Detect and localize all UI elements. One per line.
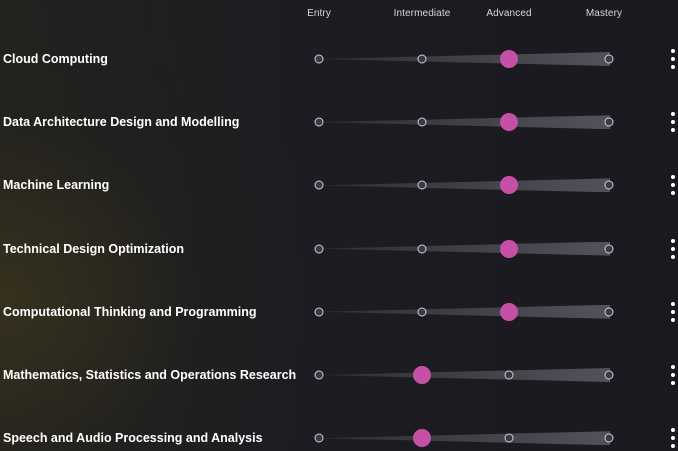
level-slider-track[interactable] [319, 431, 610, 446]
menu-dot [671, 365, 675, 369]
level-slider-track[interactable] [319, 241, 610, 256]
menu-dot [671, 175, 675, 180]
level-slider-thumb[interactable] [500, 239, 518, 258]
level-label-intermediate: Intermediate [393, 8, 451, 19]
menu-dot [671, 246, 675, 251]
level-slider-thumb[interactable] [413, 429, 431, 448]
skill-name: Speech and Audio Processing and Analysis [3, 431, 263, 446]
level-node-entry[interactable] [314, 370, 324, 380]
level-slider-track[interactable] [319, 368, 610, 382]
menu-dot [671, 49, 675, 53]
level-slider-thumb[interactable] [500, 302, 518, 321]
menu-dot [671, 238, 675, 243]
menu-dot [671, 112, 675, 117]
more-vertical-icon[interactable] [668, 175, 678, 196]
menu-dot [671, 381, 675, 385]
menu-dot [671, 373, 675, 377]
level-node-mastery[interactable] [604, 433, 614, 443]
menu-dot [671, 309, 675, 314]
menu-dot [671, 254, 675, 259]
level-node-intermediate[interactable] [417, 307, 427, 317]
skill-row: Mathematics, Statistics and Operations R… [0, 355, 678, 395]
level-label-entry: Entry [307, 8, 331, 19]
skill-name: Machine Learning [3, 178, 110, 193]
level-slider-track[interactable] [319, 52, 610, 66]
menu-dot [671, 183, 675, 188]
level-node-mastery[interactable] [604, 117, 614, 127]
level-slider-thumb[interactable] [500, 50, 518, 68]
level-header: Entry Intermediate Advanced Mastery [0, 0, 678, 28]
level-node-advanced[interactable] [504, 370, 514, 380]
level-node-mastery[interactable] [604, 180, 614, 190]
menu-dot [671, 301, 675, 306]
more-vertical-icon[interactable] [668, 238, 678, 259]
menu-dot [671, 436, 675, 441]
more-vertical-icon[interactable] [668, 365, 678, 385]
level-node-intermediate[interactable] [417, 117, 427, 127]
level-node-entry[interactable] [314, 433, 324, 443]
menu-dot [671, 191, 675, 196]
level-node-entry[interactable] [314, 54, 324, 64]
level-node-entry[interactable] [314, 307, 324, 317]
level-slider-thumb[interactable] [500, 113, 518, 132]
skill-name: Data Architecture Design and Modelling [3, 115, 240, 130]
level-node-mastery[interactable] [604, 244, 614, 254]
menu-dot [671, 65, 675, 69]
menu-dot [671, 444, 675, 449]
level-node-mastery[interactable] [604, 370, 614, 380]
more-vertical-icon[interactable] [668, 428, 678, 449]
skill-row: Technical Design Optimization [0, 229, 678, 269]
level-slider-thumb[interactable] [413, 366, 431, 384]
menu-dot [671, 128, 675, 133]
level-node-intermediate[interactable] [417, 244, 427, 254]
level-node-advanced[interactable] [504, 433, 514, 443]
level-node-intermediate[interactable] [417, 180, 427, 190]
skill-name: Technical Design Optimization [3, 241, 185, 256]
level-label-advanced: Advanced [486, 8, 532, 19]
menu-dot [671, 57, 675, 61]
menu-dot [671, 120, 675, 125]
level-slider-thumb[interactable] [500, 176, 518, 195]
level-node-entry[interactable] [314, 244, 324, 254]
skill-row: Data Architecture Design and Modelling [0, 102, 678, 142]
level-node-entry[interactable] [314, 180, 324, 190]
menu-dot [671, 317, 675, 322]
more-vertical-icon[interactable] [668, 49, 678, 69]
skill-row: Speech and Audio Processing and Analysis [0, 418, 678, 451]
skill-name: Mathematics, Statistics and Operations R… [3, 368, 297, 382]
level-node-mastery[interactable] [604, 54, 614, 64]
skill-row: Computational Thinking and Programming [0, 292, 678, 332]
more-vertical-icon[interactable] [668, 301, 678, 322]
more-vertical-icon[interactable] [668, 112, 678, 133]
skill-row: Cloud Computing [0, 39, 678, 79]
skill-name: Cloud Computing [3, 52, 108, 66]
level-node-mastery[interactable] [604, 307, 614, 317]
level-slider-track[interactable] [319, 304, 610, 319]
skill-name: Computational Thinking and Programming [3, 304, 257, 319]
skill-row: Machine Learning [0, 165, 678, 205]
menu-dot [671, 428, 675, 433]
level-node-intermediate[interactable] [417, 54, 427, 64]
level-node-entry[interactable] [314, 117, 324, 127]
level-slider-track[interactable] [319, 178, 610, 193]
level-label-mastery: Mastery [585, 8, 623, 19]
level-slider-track[interactable] [319, 115, 610, 130]
